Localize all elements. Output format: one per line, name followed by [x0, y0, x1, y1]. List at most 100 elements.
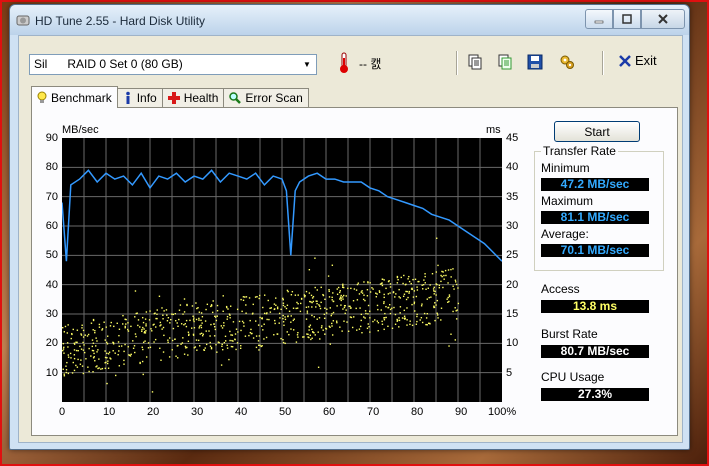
access-time-point: [245, 304, 247, 306]
access-time-point: [282, 304, 285, 307]
access-time-point: [332, 320, 335, 322]
access-time-point: [296, 301, 298, 304]
copy-all-button[interactable]: [495, 52, 515, 72]
access-time-point: [162, 314, 164, 316]
close-button[interactable]: [641, 9, 685, 29]
options-button[interactable]: [557, 52, 577, 72]
access-time-point: [320, 286, 322, 289]
access-time-point: [424, 282, 426, 284]
access-time-point: [144, 340, 146, 342]
access-time-point: [447, 282, 449, 284]
chevron-down-icon[interactable]: ▼: [299, 56, 315, 73]
access-time-point: [177, 325, 179, 327]
access-time-point: [100, 368, 102, 370]
access-time-point: [156, 313, 158, 315]
access-time-point: [432, 288, 435, 290]
left-axis-tick: 30: [45, 308, 58, 320]
access-time-point: [235, 348, 237, 351]
access-time-point: [73, 349, 76, 351]
access-time-point: [424, 273, 426, 275]
access-time-point: [413, 301, 416, 303]
access-time-point: [106, 335, 109, 337]
access-time-point: [384, 312, 386, 315]
access-time-point: [106, 362, 109, 365]
access-time-point: [433, 306, 435, 309]
access-time-point: [222, 310, 224, 313]
access-time-point: [124, 318, 126, 320]
access-time-point: [372, 320, 374, 323]
maximize-button[interactable]: [613, 9, 641, 29]
tab-info[interactable]: Info: [116, 88, 163, 107]
access-time-point: [383, 328, 385, 331]
access-time-point: [364, 310, 367, 312]
access-time-point: [106, 343, 109, 345]
access-time-point: [162, 318, 164, 320]
access-time-point: [118, 350, 120, 352]
access-time-point: [306, 333, 308, 335]
access-time-point: [364, 317, 366, 319]
access-time-point: [426, 324, 428, 326]
access-time-point: [153, 323, 155, 326]
minimize-button[interactable]: [585, 9, 613, 29]
access-time-point: [344, 312, 346, 315]
access-time-point: [263, 338, 265, 340]
access-time-point: [343, 320, 345, 322]
tab-benchmark[interactable]: Benchmark: [31, 86, 118, 108]
access-time-point: [122, 323, 124, 325]
access-time-point: [147, 342, 150, 344]
access-time-point: [283, 324, 285, 327]
access-time-point: [183, 324, 185, 326]
access-time-point: [261, 318, 263, 320]
access-time-point: [438, 286, 441, 289]
tab-error-scan[interactable]: Error Scan: [223, 88, 309, 107]
title-bar[interactable]: HD Tune 2.55 - Hard Disk Utility: [10, 5, 689, 35]
access-time-point: [236, 308, 239, 311]
copy-info-button[interactable]: [465, 52, 485, 72]
access-time-point: [167, 317, 170, 319]
access-time-point: [360, 291, 362, 293]
access-time-point: [199, 333, 201, 335]
access-time-point: [77, 358, 79, 361]
access-time-point: [92, 319, 95, 322]
access-time-point: [314, 257, 316, 259]
save-button[interactable]: [525, 52, 545, 72]
access-time-point: [155, 326, 157, 328]
start-button[interactable]: Start: [554, 121, 640, 142]
access-time-point: [383, 302, 385, 305]
access-time-point: [397, 278, 399, 281]
access-time-point: [189, 319, 191, 322]
access-time-point: [308, 292, 311, 294]
access-time-point: [356, 299, 359, 301]
access-time-point: [241, 320, 244, 323]
average-label: Average:: [541, 227, 589, 241]
access-time-point: [425, 288, 427, 290]
access-time-point: [367, 282, 369, 284]
access-time-point: [447, 296, 449, 299]
exit-button[interactable]: Exit: [619, 53, 657, 68]
access-time-point: [381, 323, 384, 325]
access-time-point: [363, 281, 365, 283]
access-time-point: [377, 308, 379, 311]
access-time-point: [343, 294, 345, 297]
access-time-point: [159, 321, 162, 324]
access-time-point: [332, 300, 335, 303]
access-time-point: [420, 305, 423, 307]
access-time-point: [258, 294, 261, 297]
left-axis-tick: 20: [45, 337, 58, 350]
access-time-point: [104, 339, 106, 341]
drive-dropdown[interactable]: Sil RAID 0 Set 0 (80 GB) ▼: [29, 54, 317, 75]
access-time-point: [437, 317, 439, 319]
access-time-point: [282, 314, 284, 317]
access-time-point: [66, 361, 68, 364]
tab-health[interactable]: Health: [161, 88, 225, 107]
access-time-point: [421, 303, 423, 305]
access-time-point: [383, 296, 385, 299]
access-time-point: [286, 331, 288, 333]
drive-selected: Sil RAID 0 Set 0 (80 GB): [34, 57, 183, 71]
access-time-point: [431, 273, 434, 275]
access-time-point: [73, 357, 76, 360]
exit-label: Exit: [635, 53, 657, 68]
access-time-point: [132, 347, 135, 349]
access-time-point: [284, 316, 286, 318]
access-time-point: [178, 309, 181, 311]
